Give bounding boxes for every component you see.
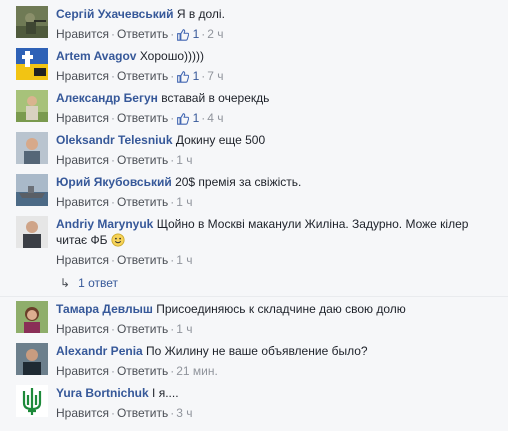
thumbs-up-icon	[177, 113, 190, 125]
like-link[interactable]: Нравится	[56, 322, 109, 336]
comment-author[interactable]: Юрий Якубовський	[56, 175, 172, 189]
reply-link[interactable]: Ответить	[117, 27, 168, 41]
like-link[interactable]: Нравится	[56, 195, 109, 209]
like-link[interactable]: Нравится	[56, 153, 109, 167]
thumbs-up-icon	[177, 29, 190, 41]
comment-text: Присоединяюсь к складчине даю свою долю	[156, 302, 406, 316]
comment-text-continued: читає ФБ	[56, 233, 108, 247]
reply-link[interactable]: Ответить	[117, 406, 168, 420]
reply-link[interactable]: Ответить	[117, 111, 168, 125]
comment-time[interactable]: 7 ч	[207, 69, 223, 83]
avatar[interactable]	[16, 132, 48, 164]
like-count[interactable]: 1	[176, 27, 199, 41]
woman-avatar-icon	[16, 301, 48, 333]
soldier-avatar-icon	[16, 6, 48, 38]
comment-text: вставай в очерекдь	[161, 91, 270, 105]
comment-time[interactable]: 1 ч	[176, 153, 192, 167]
comment-author[interactable]: Сергій Ухачевський	[56, 7, 173, 21]
ship-avatar-icon	[16, 174, 48, 206]
avatar[interactable]	[16, 6, 48, 38]
reply-link[interactable]: Ответить	[117, 153, 168, 167]
avatar[interactable]	[16, 90, 48, 122]
avatar[interactable]	[16, 48, 48, 80]
like-link[interactable]: Нравится	[56, 27, 109, 41]
avatar[interactable]	[16, 385, 48, 417]
comment-author[interactable]: Yura Bortnichuk	[56, 386, 149, 400]
man-dark-avatar-icon	[16, 343, 48, 375]
like-link[interactable]: Нравится	[56, 111, 109, 125]
thumbs-up-icon	[177, 71, 190, 83]
comment-text: Я в долі.	[176, 7, 225, 21]
like-count[interactable]: 1	[176, 69, 199, 83]
person-avatar-icon	[16, 132, 48, 164]
man-avatar-icon	[16, 216, 48, 248]
reply-link[interactable]: Ответить	[117, 364, 168, 378]
reply-link[interactable]: Ответить	[117, 69, 168, 83]
comment-time[interactable]: 1 ч	[176, 195, 192, 209]
avatar[interactable]	[16, 216, 48, 248]
reply-arrow-icon: ↳	[60, 276, 71, 290]
divider	[0, 296, 508, 297]
comment-author[interactable]: Andriy Marynyuk	[56, 217, 153, 231]
like-link[interactable]: Нравится	[56, 69, 109, 83]
view-replies-link[interactable]: ↳ 1 ответ	[60, 275, 118, 291]
like-link[interactable]: Нравится	[56, 364, 109, 378]
comment-time[interactable]: 4 ч	[207, 111, 223, 125]
comment-author[interactable]: Alexandr Penia	[56, 344, 143, 358]
like-link[interactable]: Нравится	[56, 406, 109, 420]
comment-text: Хорошо)))))	[139, 49, 204, 63]
flag-avatar-icon	[16, 48, 48, 80]
smiley-icon	[111, 233, 125, 247]
person-outdoor-avatar-icon	[16, 90, 48, 122]
comment-time[interactable]: 3 ч	[176, 406, 192, 420]
reply-link[interactable]: Ответить	[117, 253, 168, 267]
comment-time[interactable]: 1 ч	[176, 253, 192, 267]
like-count[interactable]: 1	[176, 111, 199, 125]
comment-time[interactable]: 2 ч	[207, 27, 223, 41]
comment-text: 20$ премія за свіжість.	[175, 175, 302, 189]
reply-link[interactable]: Ответить	[117, 195, 168, 209]
comment-time[interactable]: 1 ч	[176, 322, 192, 336]
avatar[interactable]	[16, 174, 48, 206]
comment-text: По Жилину не ваше объявление было?	[146, 344, 368, 358]
comment-text: Щойно в Москві маканули Жиліна. Задурно.…	[156, 217, 469, 231]
comment-list: Сергій Ухачевський Я в долі. Нравится · От…	[0, 0, 508, 431]
comment-author[interactable]: Oleksandr Telesniuk	[56, 133, 173, 147]
comment-author[interactable]: Тамара Девлыш	[56, 302, 153, 316]
comment-author[interactable]: Александр Бегун	[56, 91, 158, 105]
like-link[interactable]: Нравится	[56, 253, 109, 267]
avatar[interactable]	[16, 301, 48, 333]
comment-time[interactable]: 21 мин.	[176, 364, 218, 378]
replies-count[interactable]: 1 ответ	[78, 276, 118, 290]
comment-author[interactable]: Artem Avagov	[56, 49, 136, 63]
comment-text: І я....	[152, 386, 179, 400]
trident-avatar-icon	[16, 385, 48, 417]
reply-link[interactable]: Ответить	[117, 322, 168, 336]
comment-text: Докину еще 500	[175, 133, 266, 147]
avatar[interactable]	[16, 343, 48, 375]
